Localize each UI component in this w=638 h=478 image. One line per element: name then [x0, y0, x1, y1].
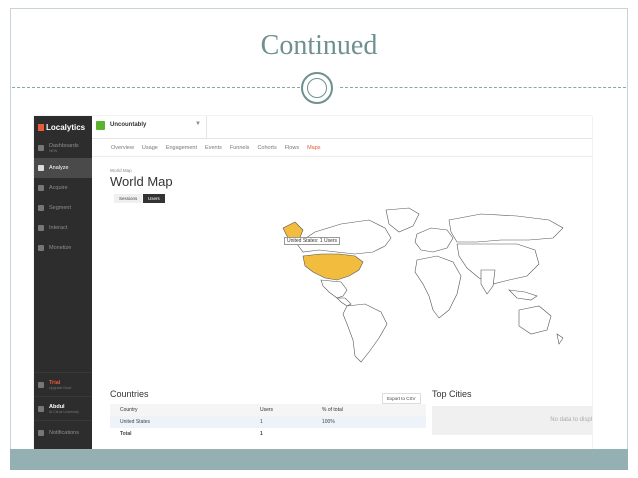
no-data-message: No data to displ — [550, 417, 592, 423]
sidebar-item-label: Notifications — [49, 429, 79, 436]
tab-usage[interactable]: Usage — [142, 145, 158, 151]
globe-icon — [38, 245, 44, 251]
sidebar-item-sub: NEW — [49, 149, 58, 153]
divider-left — [12, 87, 300, 88]
world-map[interactable] — [281, 206, 573, 369]
cell-percent: 100% — [322, 419, 335, 425]
map-tooltip: United States: 1 Users — [284, 237, 341, 245]
top-cities-heading: Top Cities — [432, 389, 472, 399]
bottom-band — [10, 449, 628, 470]
gear-icon — [38, 381, 44, 388]
sidebar-item-trial[interactable]: Trial Upgrade Now! — [34, 372, 92, 396]
sidebar-item-label: Interact — [49, 225, 68, 231]
map-region-new-zealand — [556, 333, 564, 345]
map-region-indonesia — [508, 289, 538, 301]
map-region-asia — [456, 243, 540, 285]
trial-sub: Upgrade Now! — [49, 385, 72, 390]
map-region-central-america — [336, 297, 352, 307]
app-screenshot: Localytics Dashboards NEW Analyze Acquire… — [34, 116, 592, 449]
map-region-mexico — [320, 279, 348, 299]
sidebar-item-label: Analyze — [49, 165, 69, 171]
breadcrumb: World Map — [110, 168, 132, 173]
sidebar-item-label: Monetize — [49, 245, 72, 251]
map-region-australia — [518, 305, 552, 335]
sub-navigation: Overview Usage Engagement Events Funnels… — [92, 139, 592, 157]
tab-cohorts[interactable]: Cohorts — [257, 145, 276, 151]
countries-heading: Countries — [110, 389, 149, 399]
countries-table: Country Users % of total United States 1… — [110, 404, 426, 440]
sidebar-item-interact[interactable]: Interact — [34, 218, 92, 238]
table-row[interactable]: United States 1 100% — [110, 416, 426, 428]
map-region-europe — [414, 227, 454, 253]
divider-right — [340, 87, 626, 88]
slide-title: Continued — [260, 30, 378, 61]
sidebar-item-monetize[interactable]: Monetize — [34, 238, 92, 258]
circle-ornament-icon — [301, 72, 333, 104]
trial-label: Trial — [49, 379, 61, 386]
interact-icon — [38, 225, 44, 231]
tab-funnels[interactable]: Funnels — [230, 145, 250, 151]
map-region-united-states — [302, 253, 364, 281]
cell-total-label: Total — [120, 431, 132, 437]
map-region-greenland — [385, 207, 420, 233]
column-header-country[interactable]: Country — [110, 407, 260, 413]
user-name: Abdul — [49, 403, 65, 410]
cell-users: 1 — [260, 419, 263, 425]
sidebar-item-dashboards[interactable]: Dashboards NEW — [34, 138, 92, 158]
app-selector[interactable]: Uncountably — [110, 122, 146, 128]
export-csv-button[interactable]: Export to CSV — [382, 393, 421, 404]
tab-maps[interactable]: Maps — [307, 145, 320, 151]
sidebar: Localytics Dashboards NEW Analyze Acquire… — [34, 116, 92, 449]
table-total-row: Total 1 — [110, 428, 426, 440]
sidebar-item-acquire[interactable]: Acquire — [34, 178, 92, 198]
user-sub: At Citrus University — [49, 409, 79, 414]
sidebar-bottom: Trial Upgrade Now! Abdul At Citrus Univers… — [34, 372, 92, 444]
chart-icon — [38, 165, 44, 171]
cell-country: United States — [120, 419, 151, 425]
column-header-users[interactable]: Users — [260, 407, 322, 413]
top-bar: Uncountably ▼ — [92, 116, 592, 139]
map-region-africa — [414, 255, 462, 319]
sessions-toggle[interactable]: Sessions — [114, 194, 143, 203]
column-header-percent[interactable]: % of total — [322, 407, 426, 413]
tab-engagement[interactable]: Engagement — [166, 145, 197, 151]
user-icon — [38, 405, 44, 412]
page-title: World Map — [110, 174, 173, 189]
main-content: World Map World Map Sessions Users Unite… — [92, 158, 592, 449]
map-region-india — [480, 269, 496, 295]
divider — [206, 116, 207, 138]
chevron-down-icon[interactable]: ▼ — [195, 121, 201, 127]
download-icon — [38, 185, 44, 191]
table-header: Country Users % of total — [110, 404, 426, 416]
sidebar-item-analyze[interactable]: Analyze — [34, 158, 92, 178]
sidebar-item-label: Acquire — [49, 185, 68, 191]
sidebar-item-segment[interactable]: Segment — [34, 198, 92, 218]
bell-icon — [38, 429, 44, 436]
app-icon — [96, 121, 105, 130]
cell-total-users: 1 — [260, 431, 263, 437]
top-cities-panel: No data to displ — [432, 406, 592, 435]
logo-text: Localytics — [46, 122, 86, 132]
localytics-logo-icon — [38, 123, 44, 131]
users-toggle[interactable]: Users — [143, 194, 165, 203]
sidebar-item-user[interactable]: Abdul At Citrus University — [34, 396, 92, 420]
segment-icon — [38, 205, 44, 211]
map-region-russia — [448, 213, 564, 243]
map-region-south-america — [342, 303, 388, 363]
sidebar-item-notifications[interactable]: Notifications — [34, 420, 92, 444]
tab-flows[interactable]: Flows — [285, 145, 299, 151]
tab-overview[interactable]: Overview — [111, 145, 134, 151]
info-icon — [38, 145, 44, 151]
sidebar-item-label: Segment — [49, 205, 72, 211]
tab-events[interactable]: Events — [205, 145, 222, 151]
logo[interactable]: Localytics — [34, 116, 92, 138]
